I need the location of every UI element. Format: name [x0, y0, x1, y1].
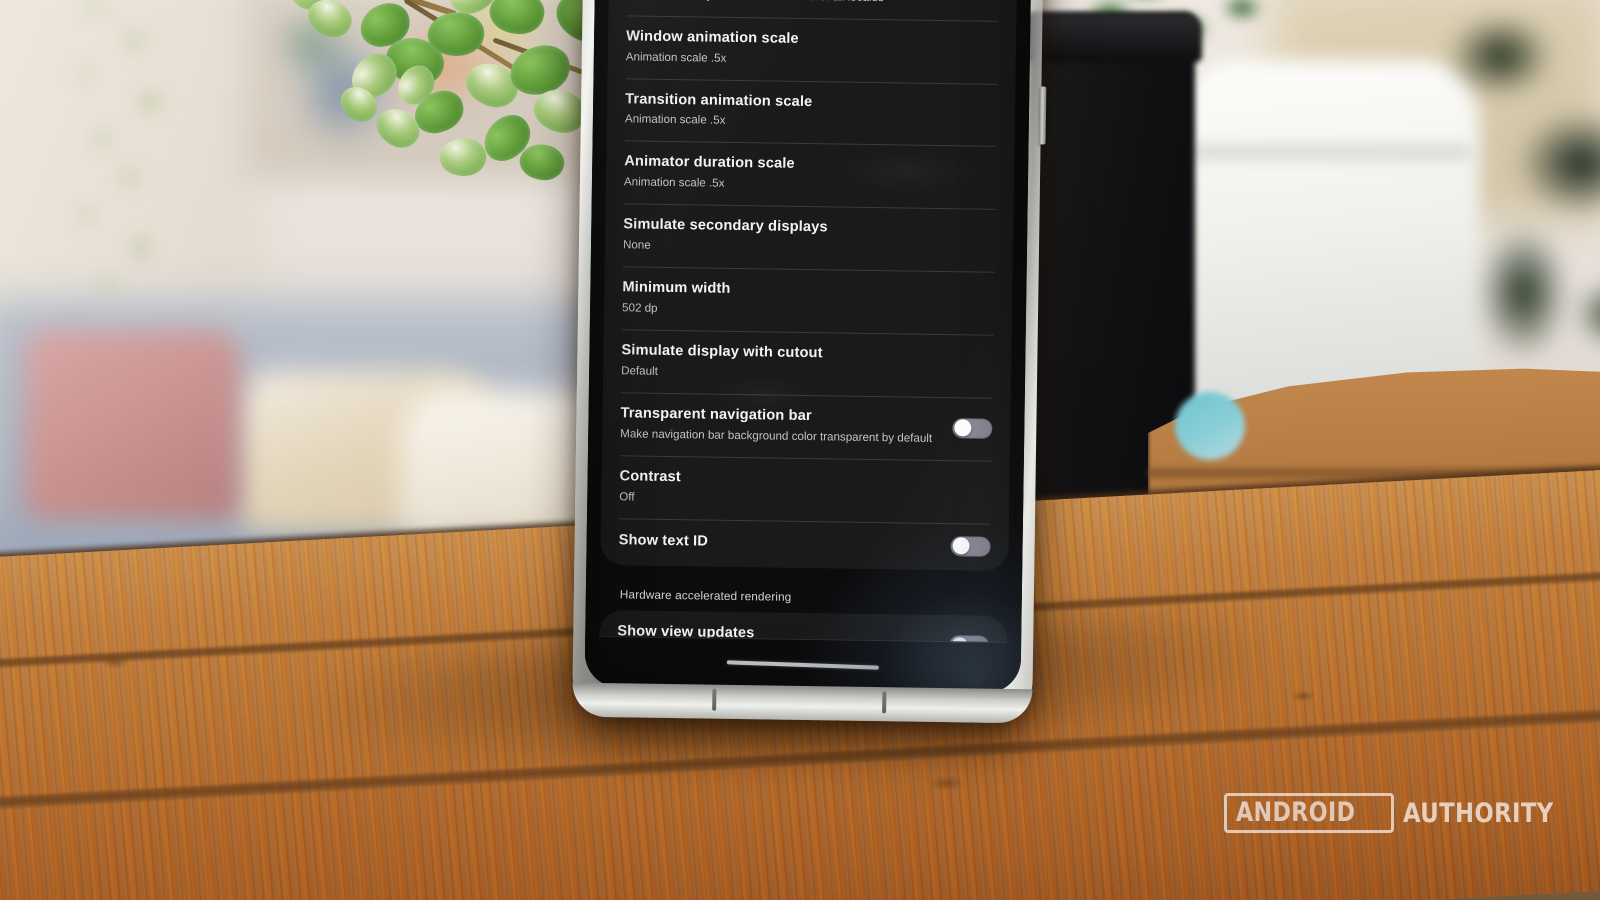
cushion-pink	[25, 330, 240, 520]
photo-scene: Show layout bounds Show clip bounds, mar…	[0, 0, 1600, 900]
row-text: Simulate secondary displays None	[623, 217, 995, 258]
setting-subtitle: Force screen layout direction to RTL for…	[627, 0, 945, 6]
row-text: Window animation scale Animation scale .…	[626, 28, 998, 69]
settings-card-display: Show layout bounds Show clip bounds, mar…	[600, 0, 1019, 571]
row-text: Show text ID	[619, 532, 937, 555]
setting-subtitle: Animation scale .5x	[623, 175, 725, 191]
row-text: Transparent navigation bar Make navigati…	[620, 405, 938, 446]
toggle-knob	[953, 419, 971, 437]
settings-list[interactable]: Show layout bounds Show clip bounds, mar…	[584, 0, 1031, 693]
setting-subtitle: Make navigation bar background color tra…	[620, 426, 933, 445]
watermark-authority-text: AUTHORITY	[1402, 797, 1554, 829]
dark-foliage-right	[1420, 0, 1600, 400]
row-text: Animator duration scale Animation scale …	[624, 154, 996, 195]
setting-row-show-text-id[interactable]: Show text ID	[600, 518, 1009, 571]
row-text: Simulate display with cutout Default	[621, 342, 993, 383]
setting-row-minimum-width[interactable]: Minimum width 502 dp	[604, 266, 1013, 335]
setting-row-transition-animation-scale[interactable]: Transition animation scale Animation sca…	[607, 78, 1016, 147]
wood-knot	[100, 655, 130, 669]
toggle-show-text-id[interactable]	[950, 535, 991, 557]
row-text: Contrast Off	[619, 468, 991, 509]
phone-screen[interactable]: Show layout bounds Show clip bounds, mar…	[584, 0, 1032, 694]
setting-row-contrast[interactable]: Contrast Off	[601, 455, 1010, 524]
watermark-android-authority: ANDROID AUTHORITY	[1224, 793, 1582, 833]
setting-title: Contrast	[619, 468, 681, 485]
setting-title: Transparent navigation bar	[620, 405, 812, 424]
setting-title: Simulate secondary displays	[623, 216, 828, 236]
wood-knot	[930, 775, 964, 791]
setting-row-simulate-secondary-displays[interactable]: Simulate secondary displays None	[605, 203, 1014, 272]
setting-subtitle: None	[622, 238, 651, 252]
setting-row-simulate-display-with-cutout[interactable]: Simulate display with cutout Default	[603, 329, 1012, 398]
setting-title: Show text ID	[618, 531, 709, 550]
watermark-android-text: ANDROID	[1236, 797, 1356, 828]
setting-row-window-animation-scale[interactable]: Window animation scale Animation scale .…	[608, 15, 1017, 84]
developer-options-screen: Show layout bounds Show clip bounds, mar…	[584, 0, 1032, 694]
setting-title: Transition animation scale	[625, 90, 813, 110]
antenna-line-left	[712, 688, 717, 711]
gesture-home-bar[interactable]	[726, 660, 879, 670]
antenna-line-right	[882, 691, 887, 714]
setting-subtitle: Animation scale .5x	[624, 112, 726, 128]
foreground-plant	[190, 0, 621, 300]
row-text: Transition animation scale Animation sca…	[625, 91, 997, 132]
setting-subtitle: Animation scale .5x	[625, 49, 727, 65]
tray-handle-cutout	[1175, 392, 1245, 460]
setting-row-transparent-navigation-bar[interactable]: Transparent navigation bar Make navigati…	[602, 392, 1011, 461]
phone-bottom-frame	[572, 682, 1033, 724]
setting-subtitle: Off	[619, 489, 635, 504]
watermark-boxed-word: ANDROID	[1224, 793, 1394, 833]
row-text: Minimum width 502 dp	[622, 279, 994, 320]
setting-title: Window animation scale	[626, 28, 799, 47]
setting-row-animator-duration-scale[interactable]: Animator duration scale Animation scale …	[606, 140, 1015, 209]
setting-subtitle: Default	[621, 364, 658, 378]
volume-button[interactable]	[1039, 86, 1047, 145]
setting-title: Minimum width	[622, 279, 731, 298]
toggle-transparent-navigation-bar[interactable]	[952, 417, 993, 439]
setting-title: Simulate display with cutout	[621, 342, 823, 362]
row-text: Force RTL layout direction Force screen …	[627, 0, 945, 6]
setting-subtitle: 502 dp	[621, 301, 658, 315]
toggle-knob	[951, 537, 970, 555]
wood-knot	[1290, 690, 1316, 702]
setting-title: Animator duration scale	[624, 153, 795, 173]
smartphone: Show layout bounds Show clip bounds, mar…	[572, 0, 1047, 724]
black-plant-pot-rim	[1022, 14, 1202, 62]
